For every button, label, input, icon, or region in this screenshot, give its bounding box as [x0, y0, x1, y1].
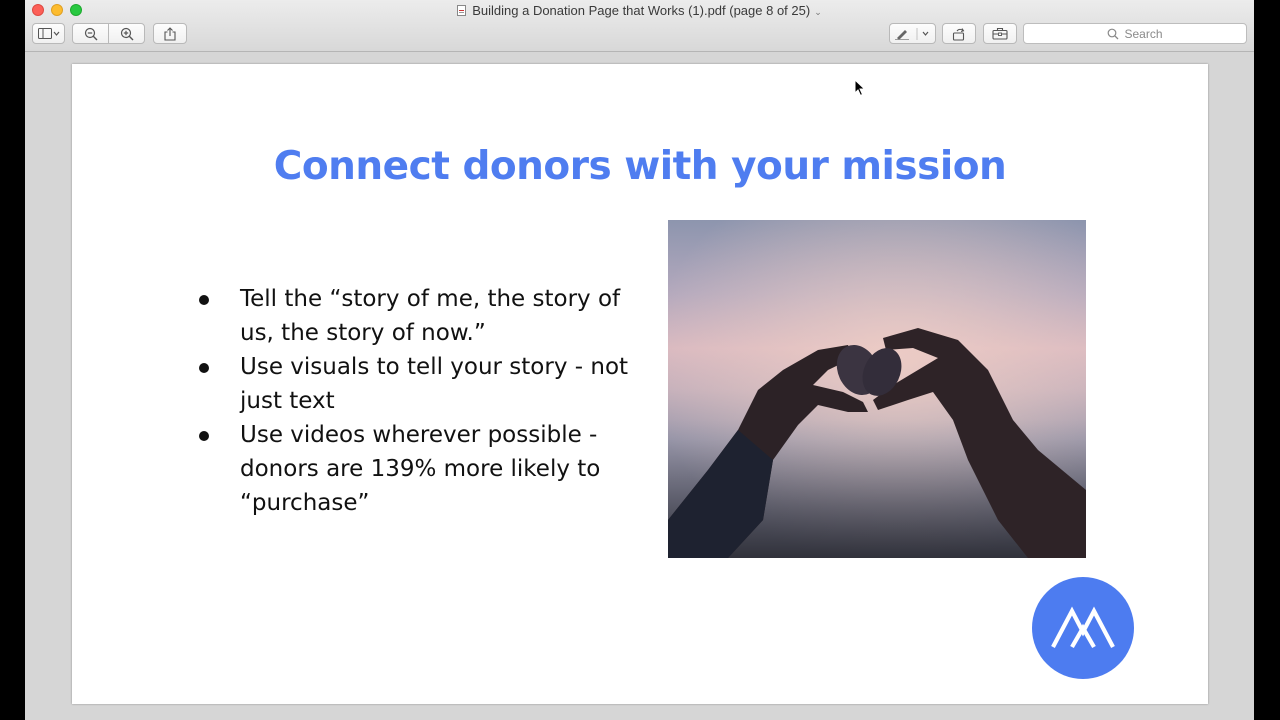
markup-pen-icon	[894, 27, 928, 40]
sidebar-icon	[37, 27, 59, 39]
preview-window: Building a Donation Page that Works (1).…	[25, 0, 1254, 720]
mouse-pointer-icon	[854, 79, 866, 97]
hands-heart-shells-image	[668, 220, 1086, 558]
pdf-file-icon	[457, 5, 467, 16]
zoom-out-icon	[84, 27, 97, 40]
bullet-dot-icon	[199, 295, 209, 305]
toolbox-button[interactable]	[983, 23, 1017, 44]
pdf-page[interactable]: Connect donors with your mission Tell th…	[72, 64, 1208, 704]
rotate-icon	[952, 27, 965, 41]
search-icon	[1108, 28, 1119, 39]
share-icon	[164, 26, 176, 41]
slide-title: Connect donors with your mission	[273, 144, 1007, 189]
bullet-text: Use videos wherever possible - donors ar…	[240, 422, 601, 516]
bullet-list: Tell the “story of me, the story of us, …	[197, 282, 637, 520]
document-title[interactable]: Building a Donation Page that Works (1).…	[25, 3, 1254, 18]
markup-button[interactable]	[889, 23, 936, 44]
list-item: Tell the “story of me, the story of us, …	[197, 282, 637, 350]
sidebar-button[interactable]	[32, 23, 65, 44]
brand-logo	[1032, 577, 1134, 679]
title-bar: Building a Donation Page that Works (1).…	[25, 0, 1254, 52]
zoom-out-button[interactable]	[72, 23, 109, 44]
hands-heart-photo	[668, 220, 1086, 558]
list-item: Use videos wherever possible - donors ar…	[197, 418, 637, 520]
bullet-dot-icon	[199, 431, 209, 441]
bullet-text: Tell the “story of me, the story of us, …	[240, 286, 621, 346]
toolbox-icon	[992, 27, 1008, 40]
bullet-text: Use visuals to tell your story - not jus…	[240, 354, 629, 414]
m-logo-icon	[1051, 606, 1115, 649]
document-title-text: Building a Donation Page that Works (1).…	[472, 3, 811, 18]
search-field[interactable]: Search	[1023, 23, 1247, 44]
list-item: Use visuals to tell your story - not jus…	[197, 350, 637, 418]
bullet-dot-icon	[199, 363, 209, 373]
chevron-down-icon: ⌄	[814, 7, 822, 17]
search-placeholder: Search	[1124, 26, 1163, 41]
share-button[interactable]	[153, 23, 187, 44]
zoom-in-icon	[120, 27, 133, 40]
rotate-button[interactable]	[942, 23, 976, 44]
zoom-in-button[interactable]	[108, 23, 145, 44]
